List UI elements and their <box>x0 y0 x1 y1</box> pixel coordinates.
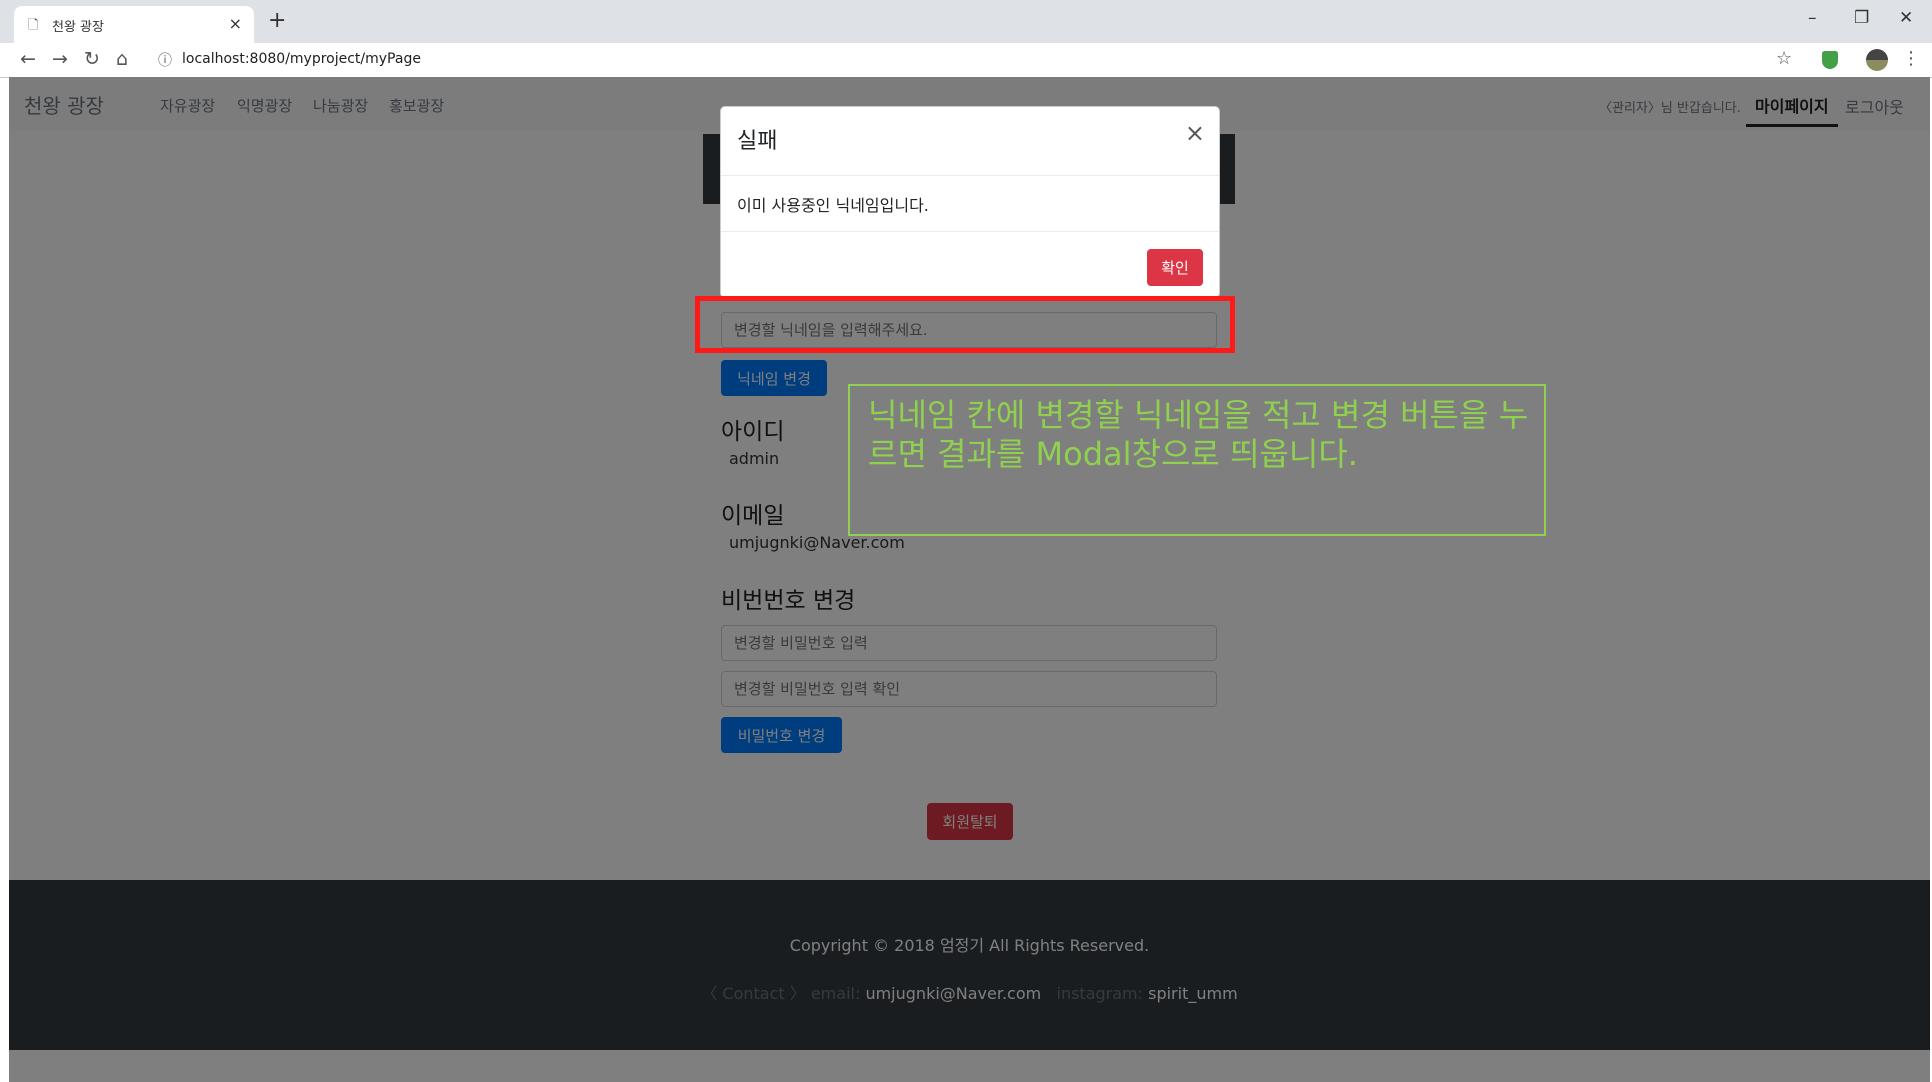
highlight-box <box>695 296 1235 353</box>
modal-message: 이미 사용중인 닉네임입니다. <box>737 196 929 215</box>
address-bar[interactable]: localhost:8080/myproject/myPage <box>182 51 421 67</box>
modal-divider <box>721 175 1219 176</box>
home-icon[interactable]: ⌂ <box>116 48 128 70</box>
modal-divider <box>721 231 1219 232</box>
info-icon[interactable]: ⓘ <box>158 50 172 70</box>
annotation-callout: 닉네임 칸에 변경할 닉네임을 적고 변경 버튼을 누르면 결과를 Modal창… <box>848 384 1546 536</box>
page-viewport: 천왕 광장 자유광장 익명광장 나눔광장 홍보광장 〈관리자〉님 반갑습니다. … <box>9 77 1930 1082</box>
annotation-text: 닉네임 칸에 변경할 닉네임을 적고 변경 버튼을 누르면 결과를 Modal창… <box>868 396 1529 473</box>
browser-tab-strip: 🗋 천왕 광장 × + – ❐ ✕ <box>0 0 1932 43</box>
tab-close-icon[interactable]: × <box>229 14 242 33</box>
maximize-icon[interactable]: ❐ <box>1854 8 1869 28</box>
extension-shield-icon[interactable] <box>1822 51 1838 69</box>
bookmark-star-icon[interactable]: ☆ <box>1776 48 1792 69</box>
reload-icon[interactable]: ↻ <box>84 48 100 70</box>
modal-close-icon[interactable]: × <box>1185 119 1205 147</box>
page-icon: 🗋 <box>28 18 39 33</box>
modal-confirm-button[interactable]: 확인 <box>1147 249 1203 286</box>
minimize-icon[interactable]: – <box>1808 8 1817 28</box>
forward-icon[interactable]: → <box>52 48 68 70</box>
failure-modal: 실패 × 이미 사용중인 닉네임입니다. 확인 <box>720 106 1220 298</box>
new-tab-button[interactable]: + <box>268 8 286 33</box>
back-icon[interactable]: ← <box>20 48 36 70</box>
menu-kebab-icon[interactable]: ⋮ <box>1902 48 1920 69</box>
modal-title: 실패 <box>737 129 778 154</box>
browser-toolbar: ← → ↻ ⌂ ⓘ localhost:8080/myproject/myPag… <box>0 43 1932 78</box>
profile-avatar[interactable] <box>1866 49 1888 71</box>
window-close-icon[interactable]: ✕ <box>1899 8 1913 28</box>
tab-title: 천왕 광장 <box>52 20 104 35</box>
browser-tab[interactable]: 🗋 천왕 광장 × <box>14 6 254 43</box>
